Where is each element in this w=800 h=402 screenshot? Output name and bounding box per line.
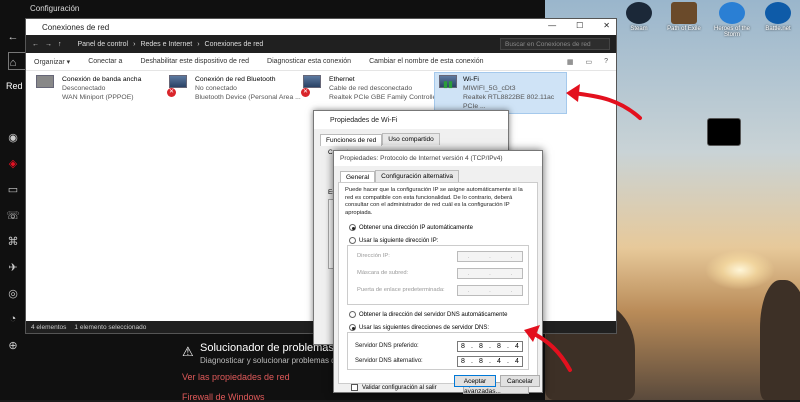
bluetooth-network-icon: ✕ <box>167 75 189 97</box>
back-icon[interactable]: ← <box>0 24 26 50</box>
connection-broadband[interactable]: Conexión de banda ancha Desconectado WAN… <box>36 75 141 102</box>
minimize-icon[interactable]: — <box>548 21 556 30</box>
close-icon[interactable]: ✕ <box>603 21 610 30</box>
tab-sharing[interactable]: Uso compartido <box>382 133 440 145</box>
subnet-mask-label: Máscara de subred: <box>357 270 409 276</box>
general-panel: Puede hacer que la configuración IP se a… <box>338 182 538 395</box>
command-bar: Organizar ▾ Conectar a Deshabilitar este… <box>26 53 616 71</box>
back-arrow-icon[interactable]: ← <box>32 41 39 48</box>
explorer-titlebar: Conexiones de red — ☐ ✕ <box>26 19 616 35</box>
app-icon <box>707 118 741 146</box>
forward-arrow-icon[interactable]: → <box>45 41 52 48</box>
dns-alternate-label: Servidor DNS alternativo: <box>355 358 423 364</box>
disconnected-icon: ✕ <box>167 88 176 97</box>
warning-icon: ⚠ <box>182 344 194 359</box>
ethernet-adapter-icon: ✕ <box>301 75 323 97</box>
wifi-tabs: Funciones de red Uso compartido <box>314 133 508 146</box>
ip-auto-radio[interactable]: Obtener una dirección IP automáticamente <box>349 224 473 231</box>
desktop-icon-heroes[interactable]: Heroes of the Storm <box>710 2 754 38</box>
sunset-glow <box>705 250 775 290</box>
rename-button[interactable]: Cambiar el nombre de esta conexión <box>369 58 483 65</box>
breadcrumb-item[interactable]: Conexiones de red <box>205 41 264 48</box>
up-arrow-icon[interactable]: ↑ <box>58 41 62 48</box>
desktop-icon-poe[interactable]: Path of Exile <box>662 2 706 32</box>
vpn-icon[interactable]: ⌘ <box>0 228 26 254</box>
ipv4-dialog-title: Propiedades: Protocolo de Internet versi… <box>334 151 542 166</box>
data-usage-icon[interactable]: ◔ <box>0 306 26 332</box>
validate-checkbox[interactable]: Validar configuración al salir <box>351 384 437 391</box>
broadband-icon <box>36 75 56 93</box>
gateway-label: Puerta de enlace predeterminada: <box>357 287 445 293</box>
maximize-icon[interactable]: ☐ <box>576 21 583 30</box>
dns-alternate-field[interactable]: 8. 8. 4. 4 <box>457 356 523 367</box>
ip-address-label: Dirección IP: <box>357 253 390 259</box>
battlenet-icon <box>765 2 791 24</box>
rock-silhouette <box>760 280 800 400</box>
breadcrumb: Panel de control › Redes e Internet › Co… <box>77 40 264 48</box>
item-count: 4 elementos <box>31 323 67 331</box>
selected-count: 1 elemento seleccionado <box>74 323 147 331</box>
desktop-icon-unnamed[interactable] <box>702 118 746 148</box>
cancel-button[interactable]: Cancelar <box>500 375 540 387</box>
wifi-adapter-icon: ▮▮ <box>439 75 457 93</box>
ethernet-icon[interactable]: ▭ <box>0 176 26 202</box>
poe-icon <box>671 2 697 24</box>
wifi-dialog-title: Propiedades de Wi-Fi <box>314 111 508 129</box>
tab-network-functions[interactable]: Funciones de red <box>320 134 383 146</box>
gateway-field[interactable]: ... <box>457 285 523 296</box>
ip-address-field[interactable]: ... <box>457 251 523 262</box>
settings-sidebar: ← ⌂ ◉ ◈ ▭ ☏ ⌘ ✈ ◎ ◔ ⊕ <box>0 18 26 400</box>
window-controls: — ☐ ✕ <box>548 21 610 30</box>
ipv4-tabs: General Configuración alternativa <box>334 170 542 183</box>
address-bar: ← → ↑ Panel de control › Redes e Interne… <box>26 35 616 53</box>
proxy-icon[interactable]: ⊕ <box>0 332 26 358</box>
ipv4-description: Puede hacer que la configuración IP se a… <box>345 187 523 216</box>
ipv4-properties-dialog: Propiedades: Protocolo de Internet versi… <box>333 150 543 395</box>
explorer-title: Conexiones de red <box>42 22 110 32</box>
connection-bluetooth[interactable]: ✕ Conexión de red Bluetooth No conectado… <box>167 75 301 102</box>
desktop-icon-steam[interactable]: Steam <box>617 2 661 32</box>
dialup-icon[interactable]: ☏ <box>0 202 26 228</box>
dns-preferred-label: Servidor DNS preferido: <box>355 343 419 349</box>
network-icon[interactable]: ◈ <box>0 150 26 176</box>
status-icon[interactable]: ◉ <box>0 124 26 150</box>
view-options: ▦ ▭ ? <box>567 58 608 66</box>
connect-button[interactable]: Conectar a <box>88 58 122 65</box>
hotspot-icon[interactable]: ◎ <box>0 280 26 306</box>
help-icon[interactable]: ? <box>604 58 608 66</box>
desktop-icon-battlenet[interactable]: Battle.net <box>756 2 800 32</box>
dns-preferred-field[interactable]: 8. 8. 8. 4 <box>457 341 523 352</box>
organize-button[interactable]: Organizar ▾ <box>34 58 70 66</box>
explorer-search-input[interactable]: Buscar en Conexiones de red <box>500 38 610 50</box>
airplane-icon[interactable]: ✈ <box>0 254 26 280</box>
settings-title: Configuración <box>30 4 80 13</box>
connection-wifi[interactable]: ▮▮ Wi-Fi MIWIFI_5G_cDt3 Realtek RTL8822B… <box>434 72 567 114</box>
firewall-link[interactable]: Firewall de Windows <box>182 392 265 402</box>
ip-manual-radio[interactable]: Usar la siguiente dirección IP: <box>349 237 438 244</box>
steam-icon <box>626 2 652 24</box>
ok-button[interactable]: Aceptar <box>454 375 496 387</box>
breadcrumb-item[interactable]: Redes e Internet <box>140 41 192 48</box>
diagnose-button[interactable]: Diagnosticar esta conexión <box>267 58 351 65</box>
disconnected-icon: ✕ <box>301 88 310 97</box>
dns-auto-radio[interactable]: Obtener la dirección del servidor DNS au… <box>349 311 507 318</box>
dns-manual-radio[interactable]: Usar las siguientes direcciones de servi… <box>349 324 489 331</box>
home-icon[interactable]: ⌂ <box>0 50 26 76</box>
signal-bars-icon: ▮▮ <box>443 79 453 89</box>
view-icon[interactable]: ▦ <box>567 58 574 66</box>
heroes-icon <box>719 2 745 24</box>
tab-alternate-config[interactable]: Configuración alternativa <box>375 170 460 182</box>
breadcrumb-item[interactable]: Panel de control <box>78 41 129 48</box>
network-properties-link[interactable]: Ver las propiedades de red <box>182 372 290 382</box>
subnet-mask-field[interactable]: ... <box>457 268 523 279</box>
preview-pane-icon[interactable]: ▭ <box>585 58 592 66</box>
connection-ethernet[interactable]: ✕ Ethernet Cable de red desconectado Rea… <box>301 75 439 102</box>
disable-device-button[interactable]: Deshabilitar este dispositivo de red <box>140 58 249 65</box>
